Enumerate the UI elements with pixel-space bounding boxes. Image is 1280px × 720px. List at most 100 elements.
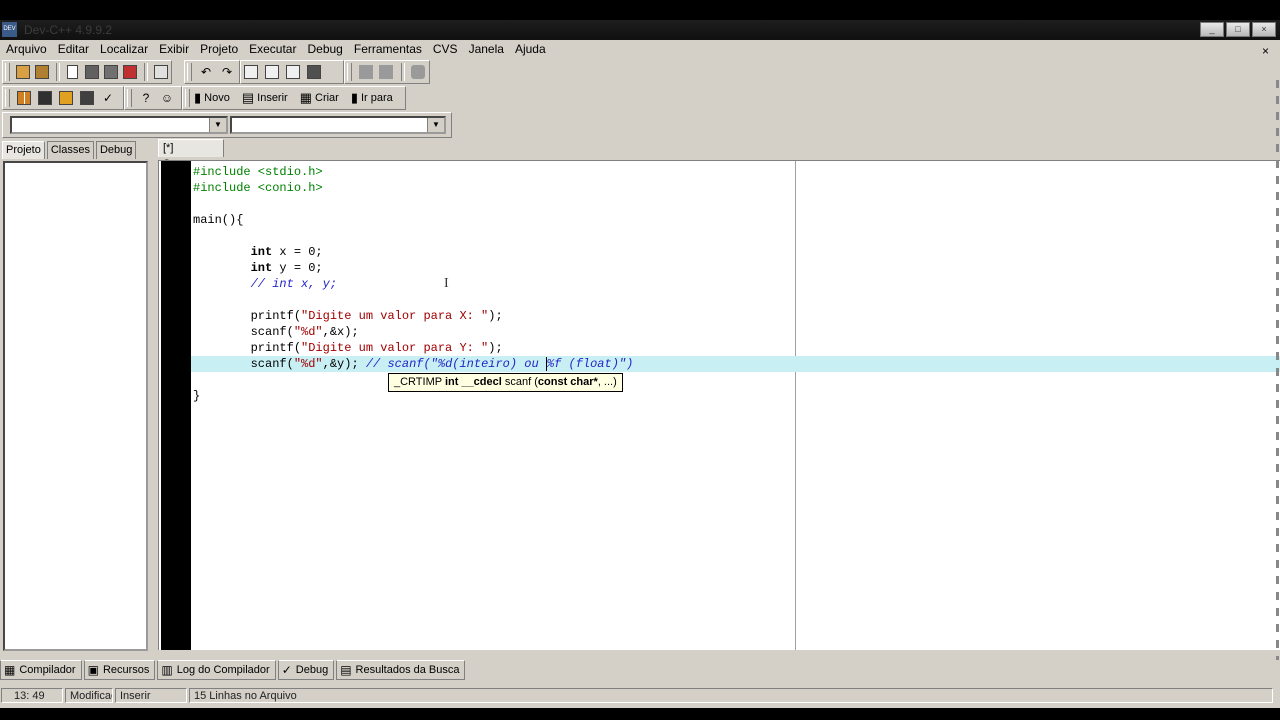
menu-janela[interactable]: Janela xyxy=(463,40,509,56)
code-text: printf( xyxy=(250,309,302,323)
inserir-icon: ▤ xyxy=(241,90,255,105)
line-gutter[interactable] xyxy=(161,161,191,650)
menu-editar[interactable]: Editar xyxy=(52,40,94,56)
tab-classes[interactable]: Classes xyxy=(46,141,94,159)
tab-label: Recursos xyxy=(102,664,150,676)
toolbar-grip[interactable] xyxy=(187,63,192,81)
run-icon[interactable] xyxy=(376,62,395,82)
code-line: int x = 0; xyxy=(193,244,1280,260)
code-editor[interactable]: #include <stdio.h> #include <conio.h> ma… xyxy=(158,160,1280,650)
toolbar-grip[interactable] xyxy=(5,63,10,81)
tab-soma-cpp[interactable]: [*] Soma.cpp xyxy=(158,139,224,170)
panel-splitter[interactable] xyxy=(150,141,156,654)
find-next-icon[interactable] xyxy=(262,62,282,82)
bottom-tabs: ▦ Compilador ▣ Recursos ▥ Log do Compilador… xyxy=(0,660,1280,680)
maximize-button[interactable]: □ xyxy=(1226,22,1250,37)
resources-icon: ▣ xyxy=(87,663,99,677)
new-file-icon[interactable] xyxy=(64,62,82,82)
tab-label: Debug xyxy=(295,664,329,676)
grid-view-icon[interactable] xyxy=(14,88,34,108)
help-toolbar: ? ☺ xyxy=(124,86,182,110)
print-icon[interactable] xyxy=(152,62,170,82)
code-line: printf("Digite um valor para X: "); xyxy=(193,308,1280,324)
toolbar-grip[interactable] xyxy=(347,63,352,81)
inserir-button[interactable]: ▤ Inserir xyxy=(242,90,288,106)
redo-icon[interactable]: ↷ xyxy=(217,62,237,82)
code-text: y = 0; xyxy=(272,261,323,275)
chevron-down-icon[interactable]: ▼ xyxy=(427,118,444,132)
code-line: printf("Digite um valor para Y: "); xyxy=(193,340,1280,356)
toolbar-grip[interactable] xyxy=(185,89,190,107)
minimize-button[interactable]: _ xyxy=(1200,22,1224,37)
tiles-icon[interactable] xyxy=(77,88,97,108)
novo-icon: ▮ xyxy=(194,90,202,105)
tab-projeto[interactable]: Projeto xyxy=(2,141,45,159)
code-line: } xyxy=(193,388,1280,404)
tab-label: Log do Compilador xyxy=(176,664,270,676)
close-button[interactable]: × xyxy=(1252,22,1276,37)
menu-ajuda[interactable]: Ajuda xyxy=(509,40,551,56)
status-bar: 13: 49 Modificad Inserir 15 Linhas no Ar… xyxy=(0,687,1280,704)
check-icon: ✓ xyxy=(281,663,292,677)
tab-debug[interactable]: Debug xyxy=(95,141,137,159)
edge-dots xyxy=(1276,80,1280,680)
tooltip-text: int __cdecl xyxy=(444,376,502,388)
menu-localizar[interactable]: Localizar xyxy=(94,40,153,56)
find-icon[interactable] xyxy=(241,62,261,82)
menu-arquivo[interactable]: Arquivo xyxy=(0,40,52,56)
novo-button[interactable]: ▮ Novo xyxy=(194,90,230,106)
mdi-close-icon[interactable]: × xyxy=(1256,42,1274,58)
criar-button[interactable]: ▦ Criar xyxy=(300,90,339,106)
insert-mode: Inserir xyxy=(115,688,187,703)
code-area[interactable]: #include <stdio.h> #include <conio.h> ma… xyxy=(191,164,1280,404)
goto-line-icon[interactable] xyxy=(304,62,324,82)
menu-executar[interactable]: Executar xyxy=(243,40,301,56)
toolbar-grip[interactable] xyxy=(127,89,132,107)
save-icon[interactable] xyxy=(83,62,101,82)
ir-para-button[interactable]: ▮ Ir para xyxy=(351,90,393,106)
dev-cpp-window: DEV Dev-C++ 4.9.9.2 _ □ × Arquivo Editar L… xyxy=(0,20,1280,708)
class-combo[interactable]: ▼ xyxy=(10,116,228,134)
open-project-icon[interactable] xyxy=(33,62,51,82)
keyword: int xyxy=(250,245,273,259)
inserir-label: Inserir xyxy=(257,92,288,104)
chevron-down-icon[interactable]: ▼ xyxy=(209,118,226,132)
title-bar: DEV Dev-C++ 4.9.9.2 _ □ × xyxy=(0,20,1280,40)
tab-resultados-da-busca[interactable]: ▤ Resultados da Busca xyxy=(336,660,466,680)
code-text: #include <conio.h> xyxy=(193,181,323,195)
menu-projeto[interactable]: Projeto xyxy=(194,40,243,56)
replace-icon[interactable] xyxy=(283,62,303,82)
tab-compilador[interactable]: ▦ Compilador xyxy=(0,660,82,680)
grid-icon: ▦ xyxy=(4,663,16,677)
tab-recursos[interactable]: ▣ Recursos xyxy=(83,660,156,680)
compile-icon[interactable] xyxy=(356,62,375,82)
window-icon[interactable] xyxy=(35,88,55,108)
menu-exibir[interactable]: Exibir xyxy=(153,40,194,56)
rebuild-icon[interactable] xyxy=(409,62,428,82)
criar-label: Criar xyxy=(315,92,339,104)
new-project-icon[interactable] xyxy=(14,62,32,82)
undo-icon[interactable]: ↶ xyxy=(196,62,216,82)
menu-debug[interactable]: Debug xyxy=(301,40,347,56)
menu-cvs[interactable]: CVS xyxy=(427,40,463,56)
close-file-icon[interactable] xyxy=(121,62,139,82)
about-icon[interactable]: ☺ xyxy=(157,88,177,108)
help-icon[interactable]: ? xyxy=(136,88,156,108)
project-tree[interactable] xyxy=(3,161,148,651)
string-literal: "Digite um valor para X: " xyxy=(301,309,489,323)
check-icon[interactable]: ✓ xyxy=(98,88,118,108)
save-all-icon[interactable] xyxy=(102,62,120,82)
toolbar-separator xyxy=(55,63,60,81)
view-toolbar: ✓ xyxy=(2,86,124,110)
novo-label: Novo xyxy=(204,92,230,104)
tab-debug-output[interactable]: ✓ Debug xyxy=(277,660,335,680)
code-line: // int x, y; xyxy=(193,276,1280,292)
main-toolbar xyxy=(2,60,172,84)
member-combo[interactable]: ▼ xyxy=(230,116,446,134)
menu-ferramentas[interactable]: Ferramentas xyxy=(348,40,427,56)
tab-log-do-compilador[interactable]: ▥ Log do Compilador xyxy=(157,660,276,680)
class-browser-icon[interactable] xyxy=(56,88,76,108)
code-line: main(){ xyxy=(193,212,1280,228)
toolbar-grip[interactable] xyxy=(5,89,10,107)
